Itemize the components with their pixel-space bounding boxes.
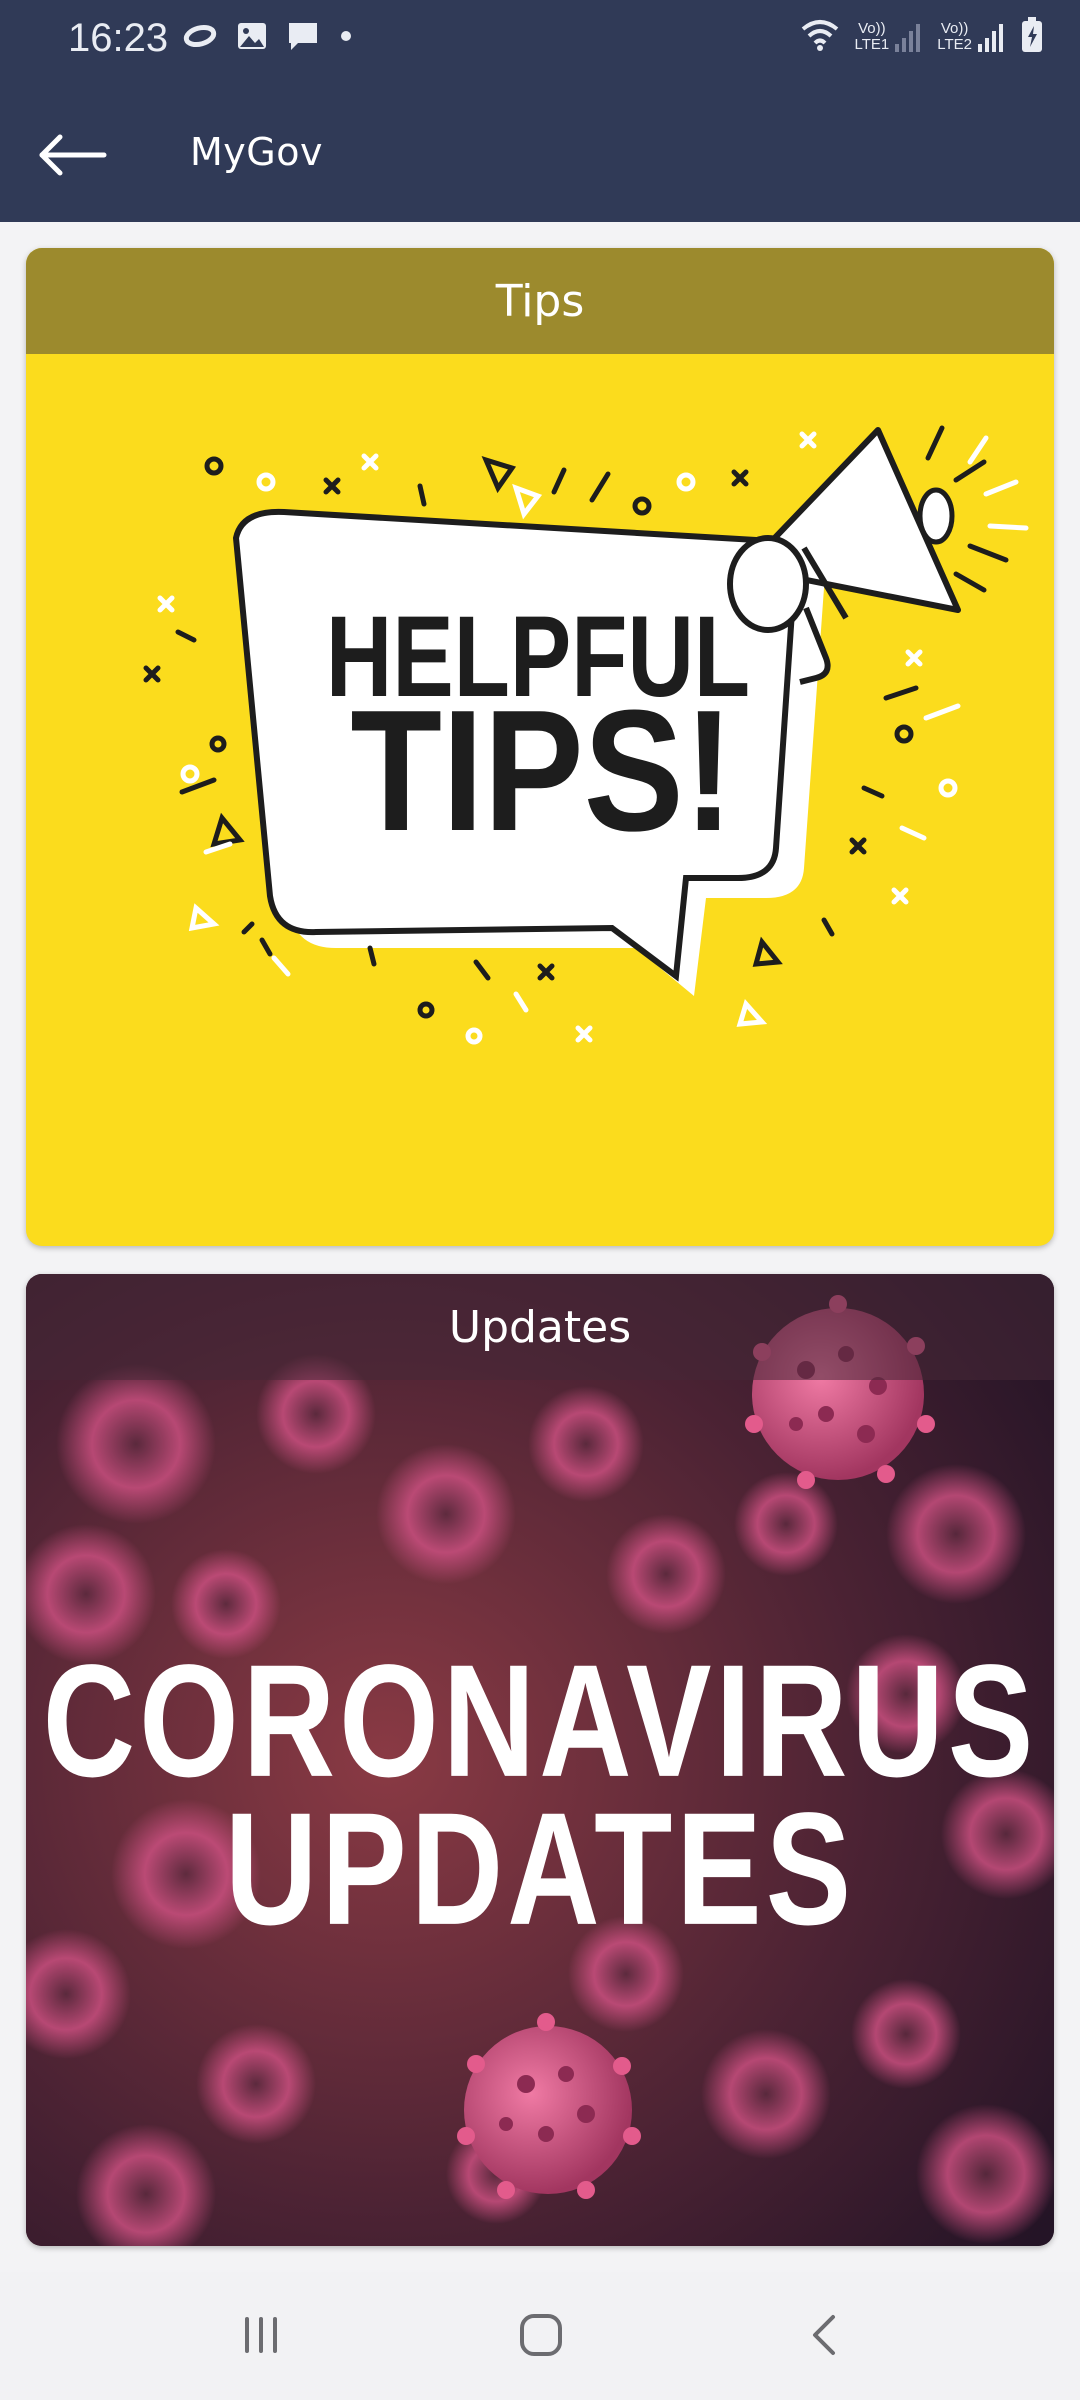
tips-card-header: Tips [26, 248, 1054, 354]
helpful-tips-line2: TIPS! [350, 675, 733, 867]
back-chevron-icon [803, 2311, 847, 2363]
signal-lte1-icon: Vo)) LTE1 [855, 20, 924, 54]
app-bar: MyGov [0, 80, 1080, 222]
recent-apps-button[interactable] [216, 2302, 306, 2372]
dot-icon [338, 28, 354, 48]
link-icon [182, 24, 218, 52]
sim2-volte-label: Vo)) [940, 20, 969, 37]
sim1-lte-label: LTE1 [854, 36, 890, 53]
arrow-left-icon [34, 134, 114, 194]
updates-card-title: Updates [448, 1301, 632, 1353]
tips-card-title: Tips [495, 275, 585, 327]
nav-back-button[interactable] [780, 2302, 870, 2372]
back-button[interactable] [34, 120, 114, 190]
status-system-icons: Vo)) LTE1 Vo)) LTE2 [799, 16, 1045, 58]
wifi-icon [799, 17, 841, 57]
updates-card-header: Updates [26, 1274, 1054, 1380]
battery-charging-icon [1020, 16, 1044, 58]
status-notification-icons [182, 20, 354, 56]
tips-card[interactable]: Tips HELPFUL TIPS! [26, 248, 1054, 1246]
system-nav-bar [0, 2272, 1080, 2400]
updates-card[interactable]: Updates CORONAVIRUS UPDATES [26, 1274, 1054, 2246]
sim1-volte-label: Vo)) [858, 20, 886, 37]
home-button[interactable] [496, 2302, 586, 2372]
sim2-lte-label: LTE2 [937, 36, 972, 53]
coronavirus-banner-line2: UPDATES [224, 1780, 856, 1959]
message-icon [286, 20, 320, 56]
helpful-tips-illustration: HELPFUL TIPS! [143, 425, 1029, 1045]
signal-lte2-icon: Vo)) LTE2 [937, 20, 1006, 54]
status-time: 16:23 [68, 16, 169, 60]
page-title: MyGov [190, 130, 323, 174]
recent-apps-icon [239, 2313, 283, 2361]
image-icon [236, 21, 268, 55]
home-icon [517, 2311, 565, 2363]
status-bar: 16:23 Vo)) LTE1 Vo)) LTE2 [0, 0, 1080, 80]
